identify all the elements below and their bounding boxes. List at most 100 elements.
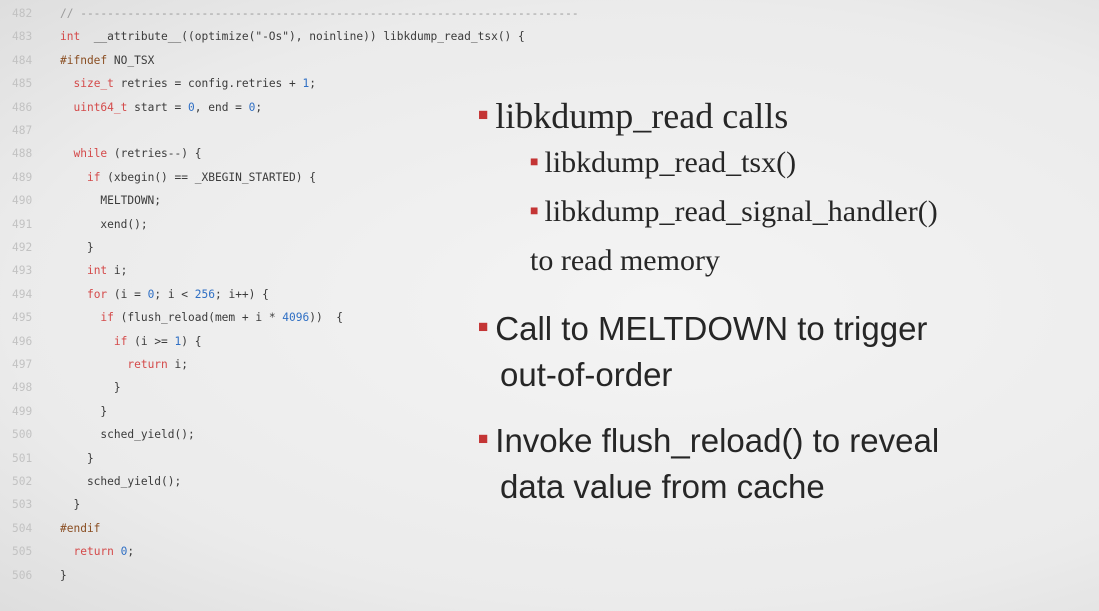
line-number: 497 <box>12 358 33 371</box>
code-token: ; <box>127 545 135 559</box>
bullet-marker-icon: ■ <box>530 155 539 170</box>
sub-bullet-signal-handler: ■ libkdump_read_signal_handler() <box>530 195 938 229</box>
bullet-text: libkdump_read calls <box>495 96 789 136</box>
line-number: 502 <box>12 475 33 488</box>
code-token: #endif <box>60 521 101 535</box>
line-number: 492 <box>12 241 33 254</box>
code-token: start = <box>127 100 188 114</box>
code-token: ) { <box>181 334 202 348</box>
code-token: return <box>73 545 114 559</box>
code-token: int <box>60 30 81 44</box>
code-token: 4096 <box>282 311 310 325</box>
code-text: if (i >= 1) { <box>60 333 202 351</box>
code-text: } <box>60 496 80 514</box>
line-number: 482 <box>12 7 33 20</box>
bullet-continuation: out-of-order <box>500 356 673 393</box>
line-number: 499 <box>12 404 33 418</box>
code-token: } <box>60 241 94 254</box>
bullet-text: Invoke flush_reload() to reveal <box>495 422 940 459</box>
code-token: for <box>86 287 108 301</box>
code-token: ; i < <box>154 287 195 301</box>
line-number: 500 <box>12 428 33 442</box>
line-number: 488 <box>12 147 33 161</box>
code-text: MELTDOWN; <box>60 192 161 210</box>
line-number: 498 <box>12 381 33 395</box>
code-token: } <box>60 498 81 512</box>
code-text: xend(); <box>60 216 147 234</box>
code-token: )) { <box>309 311 343 325</box>
bullet-marker-icon: ■ <box>478 429 489 448</box>
code-token: (i = <box>107 287 148 301</box>
code-text: return 0; <box>60 543 134 561</box>
code-text: } <box>60 450 94 468</box>
slide-bullets: ■ libkdump_read calls ■ libkdump_read_tsx(… <box>470 0 1099 611</box>
code-text: if (xbegin() == _XBEGIN_STARTED) { <box>60 169 316 187</box>
line-number: 501 <box>12 451 33 465</box>
code-token: i; <box>167 358 188 371</box>
code-token: } <box>60 381 121 395</box>
code-token: } <box>60 568 67 582</box>
bullet-marker-icon: ■ <box>478 317 489 336</box>
code-token: return <box>127 358 168 371</box>
code-text: while (retries--) { <box>60 145 201 163</box>
line-number: 504 <box>12 521 33 535</box>
code-text: size_t retries = config.retries + 1; <box>60 75 316 93</box>
line-number: 484 <box>12 53 33 67</box>
code-text: int __attribute__((optimize("-Os"), noin… <box>60 28 525 46</box>
code-token: if <box>86 170 101 184</box>
code-text: sched_yield(); <box>60 473 181 491</box>
code-token: } <box>60 451 94 465</box>
bullet-marker-icon: ■ <box>530 204 539 219</box>
code-token: (i >= <box>127 334 175 348</box>
code-token: while <box>73 147 108 161</box>
code-text: } <box>60 403 107 421</box>
line-number: 490 <box>12 194 33 208</box>
code-token: size_t <box>73 77 114 91</box>
code-text: int i; <box>60 262 127 280</box>
code-token: sched_yield(); <box>60 428 195 442</box>
code-text: sched_yield(); <box>60 426 195 444</box>
line-number: 491 <box>12 217 33 231</box>
code-text: #ifndef NO_TSX <box>60 52 154 70</box>
code-text: return i; <box>60 356 188 374</box>
code-token: if <box>100 311 114 325</box>
bullet-flush-reload: ■ Invoke flush_reload() to reveal <box>478 422 939 460</box>
code-text: } <box>60 239 94 257</box>
line-number: 493 <box>12 264 33 278</box>
line-number: 503 <box>12 498 33 512</box>
code-token: __attribute__((optimize("-Os"), noinline… <box>80 30 525 44</box>
bullet-meltdown: ■ Call to MELTDOWN to trigger <box>478 310 927 348</box>
code-token: #ifndef <box>60 53 108 67</box>
bullet-marker-icon: ■ <box>478 105 489 124</box>
line-number: 496 <box>12 334 33 348</box>
bullet-libkdump-read: ■ libkdump_read calls <box>478 95 788 137</box>
code-token: (xbegin() == _XBEGIN_STARTED) { <box>100 170 316 184</box>
code-token: } <box>60 404 108 418</box>
code-token: , end = <box>194 100 249 114</box>
line-number: 487 <box>12 124 33 137</box>
code-token: uint64_t <box>73 100 128 114</box>
code-token: NO_TSX <box>107 53 155 67</box>
sub-bullet-text: libkdump_read_tsx() <box>544 146 797 179</box>
code-token: if <box>113 334 128 348</box>
sub-bullet-read-tsx: ■ libkdump_read_tsx() <box>530 146 796 180</box>
code-token: sched_yield(); <box>60 475 182 488</box>
code-text: #endif <box>60 520 100 538</box>
code-token: MELTDOWN; <box>60 194 162 208</box>
code-listing: 482// ----------------------------------… <box>0 0 579 611</box>
code-text: for (i = 0; i < 256; i++) { <box>60 286 269 304</box>
bullet-text: Call to MELTDOWN to trigger <box>495 310 928 347</box>
code-text: if (flush_reload(mem + i * 4096)) { <box>60 309 343 327</box>
line-number: 506 <box>12 568 33 582</box>
